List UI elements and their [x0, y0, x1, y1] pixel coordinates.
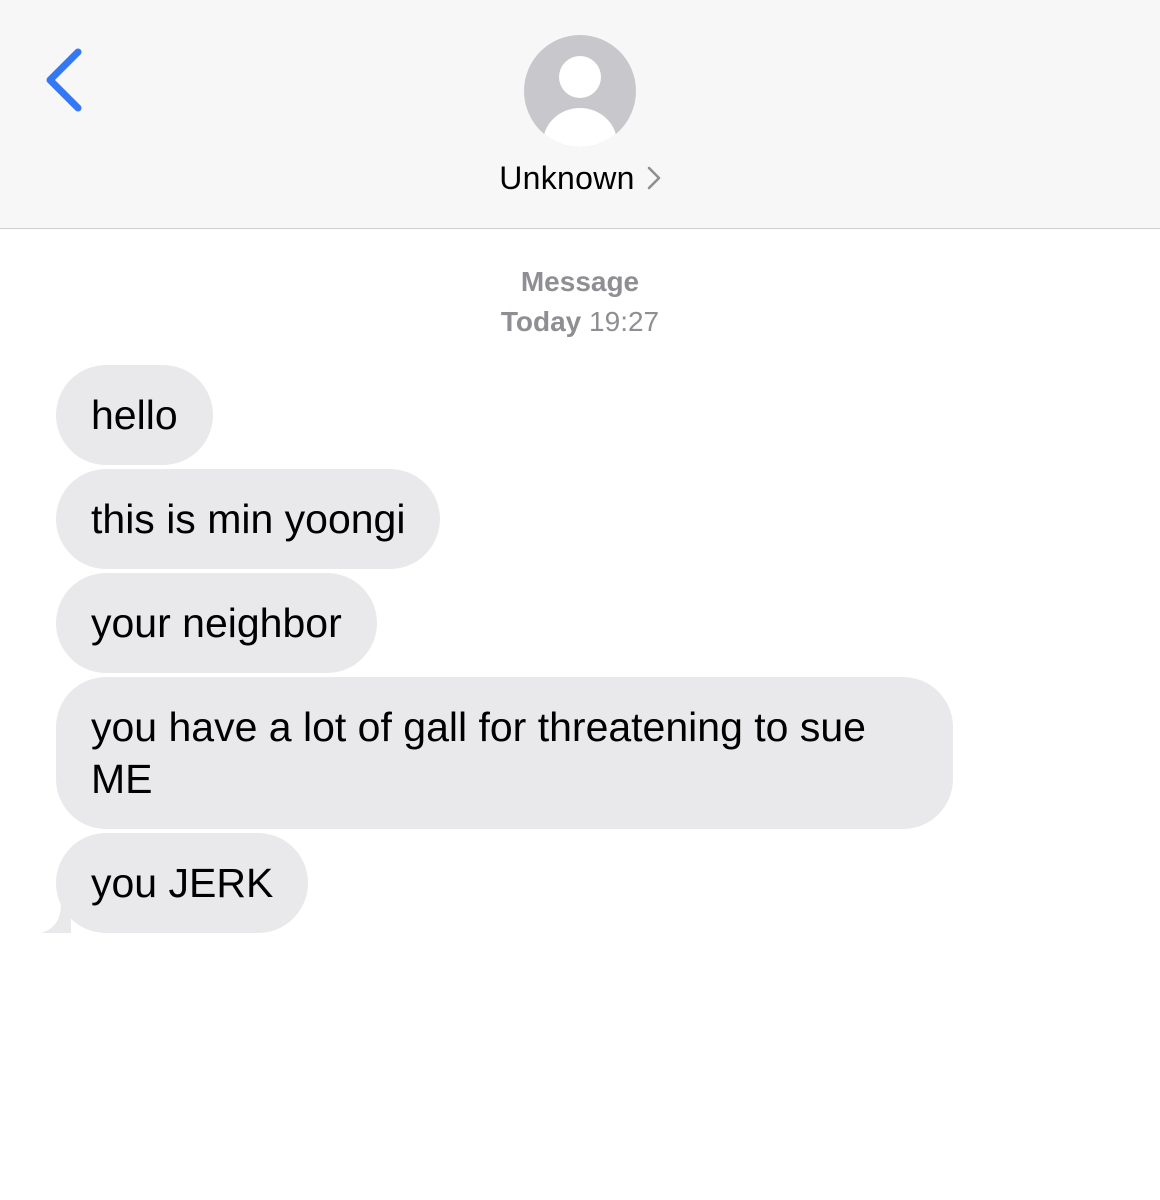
message-bubble-incoming[interactable]: you JERK	[41, 833, 309, 933]
message-text: you JERK	[91, 860, 274, 906]
message-text: you have a lot of gall for threatening t…	[91, 704, 866, 802]
contact-name: Unknown	[499, 159, 635, 196]
chevron-left-icon	[46, 48, 82, 112]
avatar[interactable]	[524, 35, 636, 147]
thread-timestamp: Message Today 19:27	[0, 262, 1160, 342]
chevron-right-icon	[647, 166, 661, 195]
message-thread: hello this is min yoongi your neighbor y…	[41, 365, 1056, 933]
person-placeholder-icon	[543, 56, 617, 147]
message-bubble-incoming[interactable]: your neighbor	[56, 573, 377, 673]
message-text: your neighbor	[91, 600, 342, 646]
back-button[interactable]	[36, 42, 92, 118]
contact-details-link[interactable]: Unknown	[0, 156, 1160, 200]
message-bubble-incoming[interactable]: you have a lot of gall for threatening t…	[56, 677, 953, 829]
bubble-tail-icon	[41, 903, 71, 933]
conversation-header: Unknown	[0, 0, 1160, 229]
message-bubble-incoming[interactable]: hello	[56, 365, 213, 465]
service-label: Message	[520, 266, 640, 297]
timestamp-time: 19:27	[589, 306, 660, 337]
message-text: this is min yoongi	[91, 496, 406, 542]
timestamp-day: Today	[500, 306, 582, 337]
message-text: hello	[91, 392, 178, 438]
message-bubble-incoming[interactable]: this is min yoongi	[56, 469, 441, 569]
